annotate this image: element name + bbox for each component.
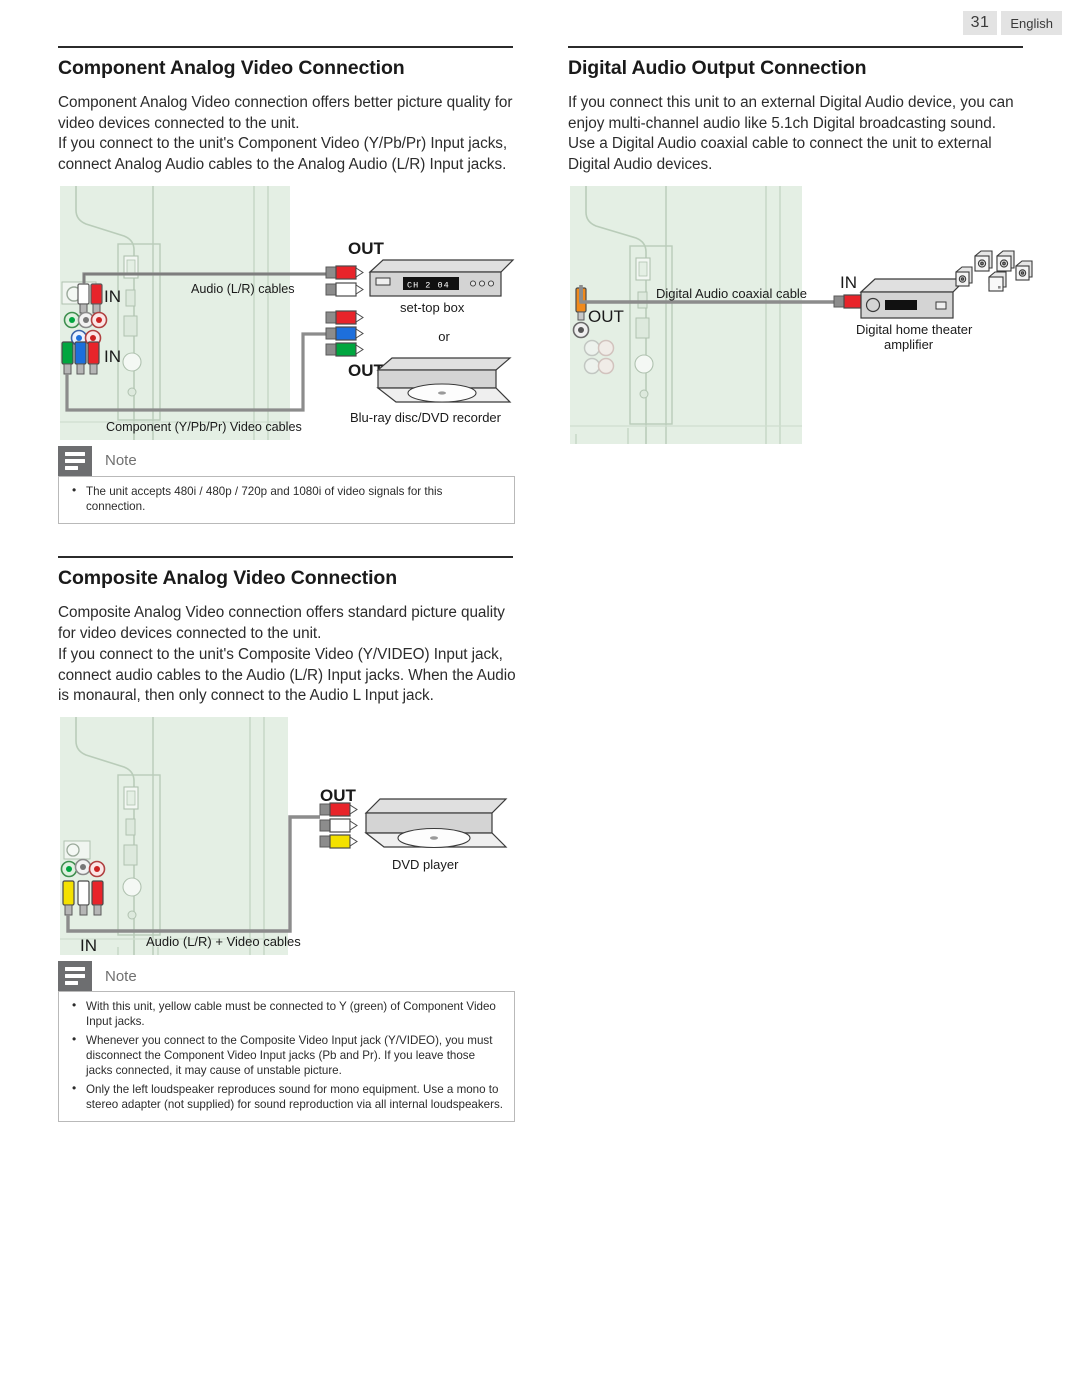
- note-box-component: Note The unit accepts 480i / 480p / 720p…: [58, 445, 515, 525]
- composite-paragraph-1: Composite Analog Video connection offers…: [58, 604, 505, 643]
- connector-component-out: OUT: [325, 310, 385, 380]
- note-item: Only the left loudspeaker reproduces sou…: [69, 1081, 504, 1113]
- device-amplifier: Digital home theater amplifier: [856, 278, 973, 352]
- label-in-audio: IN: [104, 287, 121, 306]
- tv-back-panel: [60, 717, 288, 956]
- note-icon: [58, 961, 92, 992]
- caption-audio-cables: Audio (L/R) cables: [191, 282, 295, 296]
- section-digital-audio-output: Digital Audio Output Connection If you c…: [568, 46, 1033, 446]
- caption-coaxial-cable: Digital Audio coaxial cable: [656, 286, 807, 301]
- page-title-component: Component Analog Video Connection: [58, 57, 405, 79]
- caption-component-cables: Component (Y/Pb/Pr) Video cables: [106, 420, 302, 434]
- right-column: Digital Audio Output Connection If you c…: [568, 46, 1033, 446]
- digital-audio-paragraph-1: If you connect this unit to an external …: [568, 94, 1014, 132]
- composite-paragraph-2: If you connect to the unit's Composite V…: [58, 645, 516, 705]
- label-in-component: IN: [104, 347, 121, 366]
- note-header: Note: [58, 445, 515, 476]
- note-item: With this unit, yellow cable must be con…: [69, 998, 504, 1030]
- section-component-analog-video: Component Analog Video Connection Compon…: [58, 46, 518, 525]
- page-title-digital-audio: Digital Audio Output Connection: [568, 57, 867, 79]
- note-body: With this unit, yellow cable must be con…: [58, 991, 515, 1123]
- label-out-composite: OUT: [320, 786, 357, 805]
- caption-amplifier-line2: amplifier: [884, 337, 934, 352]
- note-box-composite: Note With this unit, yellow cable must b…: [58, 961, 515, 1123]
- component-paragraph-2: If you connect to the unit's Component V…: [58, 135, 508, 174]
- plug-component-green: [61, 341, 74, 375]
- label-or: or: [438, 329, 450, 344]
- note-list: The unit accepts 480i / 480p / 720p and …: [69, 483, 504, 515]
- note-item: Whenever you connect to the Composite Vi…: [69, 1032, 504, 1079]
- label-in-composite: IN: [80, 936, 97, 955]
- page-header: 31 English: [962, 11, 1062, 35]
- digital-audio-paragraph-2: Use a Digital Audio coaxial cable to con…: [568, 135, 992, 174]
- note-header: Note: [58, 961, 515, 992]
- section-composite-analog-video: Composite Analog Video Connection Compos…: [58, 556, 518, 1123]
- plug-composite-yellow: [62, 880, 75, 916]
- caption-dvd-player: DVD player: [392, 857, 459, 872]
- caption-amplifier-line1: Digital home theater: [856, 322, 973, 337]
- figure-component-connection: OUT OUT IN IN Audio (L/R) cables Compone…: [58, 184, 518, 442]
- caption-set-top-box: set-top box: [400, 300, 465, 315]
- figure-digital-audio-connection: OUT IN Digital Audio coaxial cable Digit…: [568, 184, 1033, 446]
- label-in-digital: IN: [840, 273, 857, 292]
- set-top-box-display: CH 2 04: [407, 280, 450, 290]
- plug-component-blue: [74, 341, 87, 375]
- label-out-top: OUT: [348, 239, 385, 258]
- language-label: English: [1001, 11, 1062, 35]
- note-icon: [58, 445, 92, 476]
- section-divider: [568, 46, 1023, 48]
- device-dvd-player: DVD player: [364, 798, 508, 872]
- left-column: Component Analog Video Connection Compon…: [58, 46, 518, 1123]
- caption-composite-cables: Audio (L/R) + Video cables: [146, 934, 301, 949]
- plug-composite-red: [91, 880, 104, 916]
- plug-audio-white: [77, 283, 90, 314]
- note-label: Note: [105, 452, 137, 470]
- note-item: The unit accepts 480i / 480p / 720p and …: [69, 483, 504, 515]
- caption-bluray-recorder: Blu-ray disc/DVD recorder: [350, 410, 502, 425]
- device-set-top-box: CH 2 04 set-top box: [368, 259, 515, 315]
- figure-composite-connection: IN Audio (L/R) + Video cables OUT DVD pl…: [58, 715, 518, 957]
- component-paragraph-1: Component Analog Video connection offers…: [58, 94, 513, 132]
- label-out-digital: OUT: [588, 307, 624, 326]
- note-body: The unit accepts 480i / 480p / 720p and …: [58, 475, 515, 525]
- plug-composite-white: [77, 880, 90, 916]
- connector-composite-out: OUT: [319, 786, 358, 849]
- note-list: With this unit, yellow cable must be con…: [69, 998, 504, 1113]
- page-title-composite: Composite Analog Video Connection: [58, 567, 398, 590]
- section-divider: [58, 556, 513, 559]
- page-number: 31: [962, 11, 998, 35]
- speaker-set-icon: [955, 250, 1033, 292]
- section-divider: [58, 46, 513, 48]
- plug-audio-red: [90, 283, 103, 314]
- note-label: Note: [105, 967, 137, 985]
- plug-component-red: [87, 341, 100, 375]
